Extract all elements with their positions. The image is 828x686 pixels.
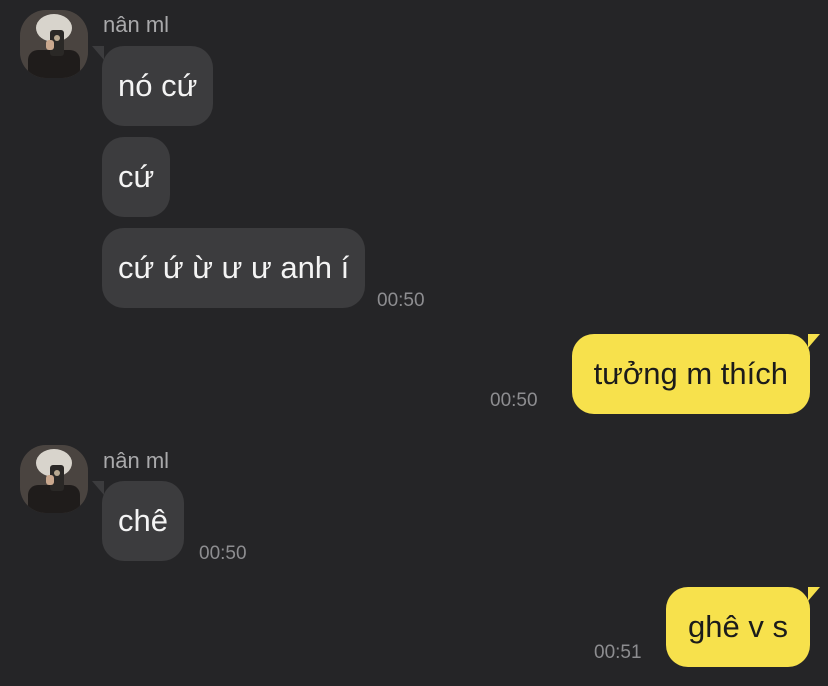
message-bubble-outgoing[interactable]: ghê v s (666, 587, 810, 667)
message-timestamp: 00:50 (199, 543, 247, 564)
avatar-photo-icon (20, 445, 88, 513)
chat-thread[interactable]: nân ml nó cứ cứ cứ ứ ừ ư ư anh í 00:50 0… (0, 0, 828, 686)
message-timestamp: 00:50 (490, 390, 538, 411)
message-bubble-incoming[interactable]: nó cứ (102, 46, 214, 126)
sender-name: nân ml (103, 12, 170, 37)
message-bubble-incoming[interactable]: cứ ứ ừ ư ư anh í (102, 228, 366, 308)
message-bubble-incoming[interactable]: chê (102, 481, 184, 561)
sender-name: nân ml (103, 448, 170, 473)
avatar-photo-icon (20, 10, 88, 78)
message-bubble-incoming[interactable]: cứ (102, 137, 171, 217)
message-timestamp: 00:50 (377, 290, 425, 311)
contact-avatar[interactable] (20, 445, 88, 513)
message-timestamp: 00:51 (594, 642, 642, 663)
message-bubble-outgoing[interactable]: tưởng m thích (571, 334, 810, 414)
contact-avatar[interactable] (20, 10, 88, 78)
